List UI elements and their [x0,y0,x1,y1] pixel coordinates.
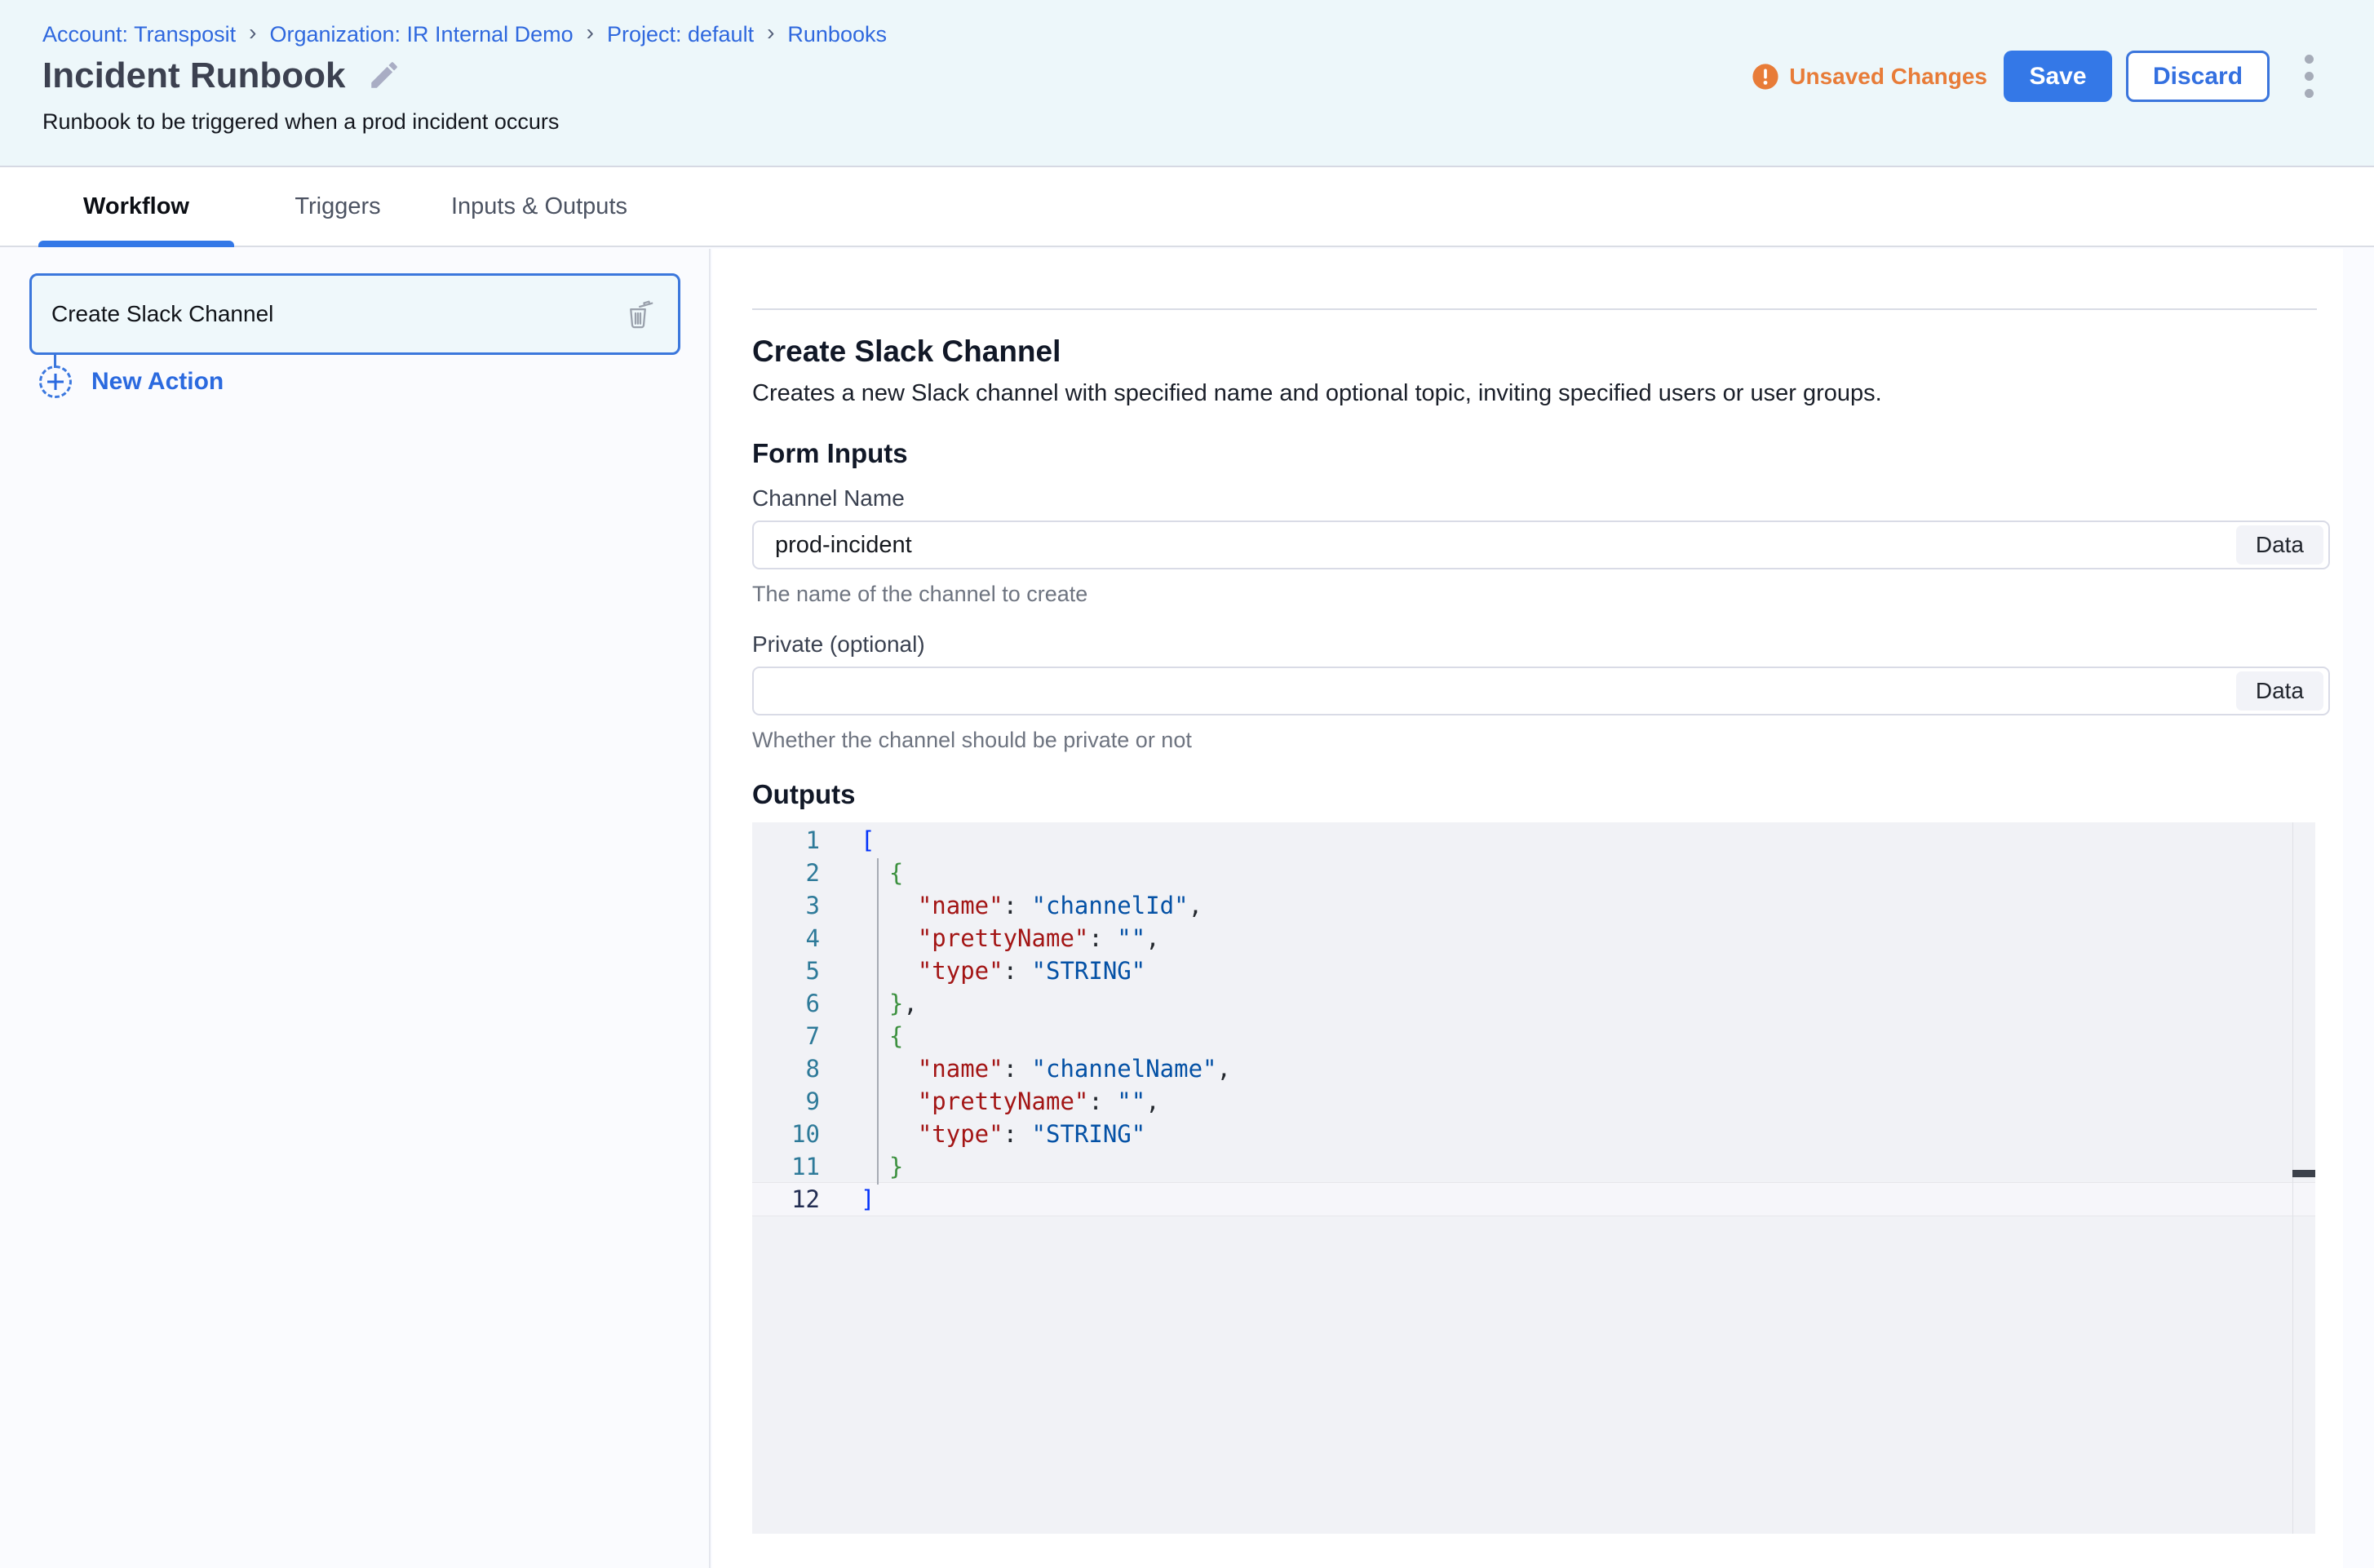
line-number: 4 [752,922,830,955]
line-number: 5 [752,955,830,987]
unsaved-changes-badge: Unsaved Changes [1752,63,1987,91]
private-helper: Whether the channel should be private or… [752,727,2330,754]
unsaved-changes-label: Unsaved Changes [1789,64,1987,90]
code-line[interactable]: 2 { [752,857,2315,889]
breadcrumb-organization[interactable]: Organization: IR Internal Demo [269,22,573,47]
breadcrumb: Account: Transposit › Organization: IR I… [42,21,887,47]
channel-name-input-wrap: Data [752,520,2330,569]
breadcrumb-project[interactable]: Project: default [607,22,754,47]
kebab-dot-icon [2305,55,2314,64]
line-number: 2 [752,857,830,889]
outputs-heading: Outputs [752,778,2330,811]
line-number: 7 [752,1020,830,1052]
new-action-label: New Action [91,368,224,396]
code-line[interactable]: 11 } [752,1150,2315,1183]
indent-guide-line [877,858,879,1185]
action-card-create-slack-channel[interactable]: Create Slack Channel [29,273,680,355]
chevron-right-icon: › [767,20,774,46]
line-number: 10 [752,1118,830,1150]
line-number: 6 [752,987,830,1020]
code-line[interactable]: 5 "type": "STRING" [752,955,2315,987]
code-line[interactable]: 3 "name": "channelId", [752,889,2315,922]
code-line[interactable]: 8 "name": "channelName", [752,1052,2315,1085]
plus-icon [39,365,72,398]
private-input[interactable] [754,668,2236,714]
code-line[interactable]: 4 "prettyName": "", [752,922,2315,955]
tab-workflow[interactable]: Workflow [38,167,234,246]
code-text: } [830,1150,903,1183]
channel-name-label: Channel Name [752,485,2330,512]
form-inputs-heading: Form Inputs [752,437,2330,470]
page-subtitle: Runbook to be triggered when a prod inci… [42,109,559,135]
delete-action-button[interactable] [621,295,655,334]
field-private: Private (optional) Data Whether the chan… [752,631,2330,754]
code-line[interactable]: 12] [752,1183,2315,1216]
editor-overview-ruler[interactable] [2292,822,2315,1534]
chevron-right-icon: › [249,20,256,46]
action-description: Creates a new Slack channel with specifi… [752,379,2330,408]
code-line[interactable]: 10 "type": "STRING" [752,1118,2315,1150]
code-line[interactable]: 1[ [752,824,2315,857]
code-text: "name": "channelId", [830,889,1203,922]
kebab-dot-icon [2305,72,2314,81]
private-data-button[interactable]: Data [2236,671,2323,711]
line-number: 11 [752,1150,830,1183]
channel-name-data-button[interactable]: Data [2236,525,2323,565]
content-area: Create Slack Channel New Action [0,249,2374,1568]
breadcrumb-runbooks[interactable]: Runbooks [787,22,887,47]
trash-icon [621,295,655,334]
chevron-right-icon: › [587,20,594,46]
cursor-position-marker [2292,1170,2315,1177]
code-lines: 1[2 {3 "name": "channelId",4 "prettyName… [752,822,2315,1216]
line-number: 9 [752,1085,830,1118]
save-button[interactable]: Save [2004,51,2112,102]
code-text: "prettyName": "", [830,922,1160,955]
line-number: 12 [752,1183,830,1216]
private-label: Private (optional) [752,631,2330,658]
channel-name-input[interactable] [754,522,2236,568]
page-title: Incident Runbook [42,55,346,96]
edit-title-button[interactable] [367,58,401,95]
workflow-steps-panel: Create Slack Channel New Action [0,249,711,1568]
tab-triggers[interactable]: Triggers [240,167,436,246]
tab-inputs-outputs[interactable]: Inputs & Outputs [441,167,637,246]
new-action-button[interactable]: New Action [39,365,224,398]
outputs-code-editor[interactable]: 1[2 {3 "name": "channelId",4 "prettyName… [752,822,2315,1534]
page-header: Account: Transposit › Organization: IR I… [0,0,2374,167]
line-number: 8 [752,1052,830,1085]
code-text: }, [830,987,918,1020]
panel-divider [752,308,2317,310]
code-text: { [830,857,903,889]
code-text: ] [830,1183,875,1216]
more-options-button[interactable] [2300,50,2319,103]
pencil-icon [367,58,401,95]
code-line[interactable]: 9 "prettyName": "", [752,1085,2315,1118]
line-number: 3 [752,889,830,922]
action-detail-panel: Create Slack Channel Creates a new Slack… [712,249,2343,1568]
breadcrumb-account[interactable]: Account: Transposit [42,22,236,47]
kebab-dot-icon [2305,89,2314,98]
tab-bar: Workflow Triggers Inputs & Outputs [0,167,2374,247]
code-text: "name": "channelName", [830,1052,1231,1085]
code-line[interactable]: 6 }, [752,987,2315,1020]
action-card-label: Create Slack Channel [51,301,621,327]
private-input-wrap: Data [752,667,2330,715]
field-channel-name: Channel Name Data The name of the channe… [752,485,2330,608]
line-number: 1 [752,824,830,857]
channel-name-helper: The name of the channel to create [752,581,2330,608]
action-detail-title: Create Slack Channel [752,334,2330,369]
code-text: [ [830,824,875,857]
alert-circle-icon [1752,63,1779,91]
code-text: { [830,1020,903,1052]
code-text: "prettyName": "", [830,1085,1160,1118]
discard-button[interactable]: Discard [2126,51,2270,102]
code-line[interactable]: 7 { [752,1020,2315,1052]
